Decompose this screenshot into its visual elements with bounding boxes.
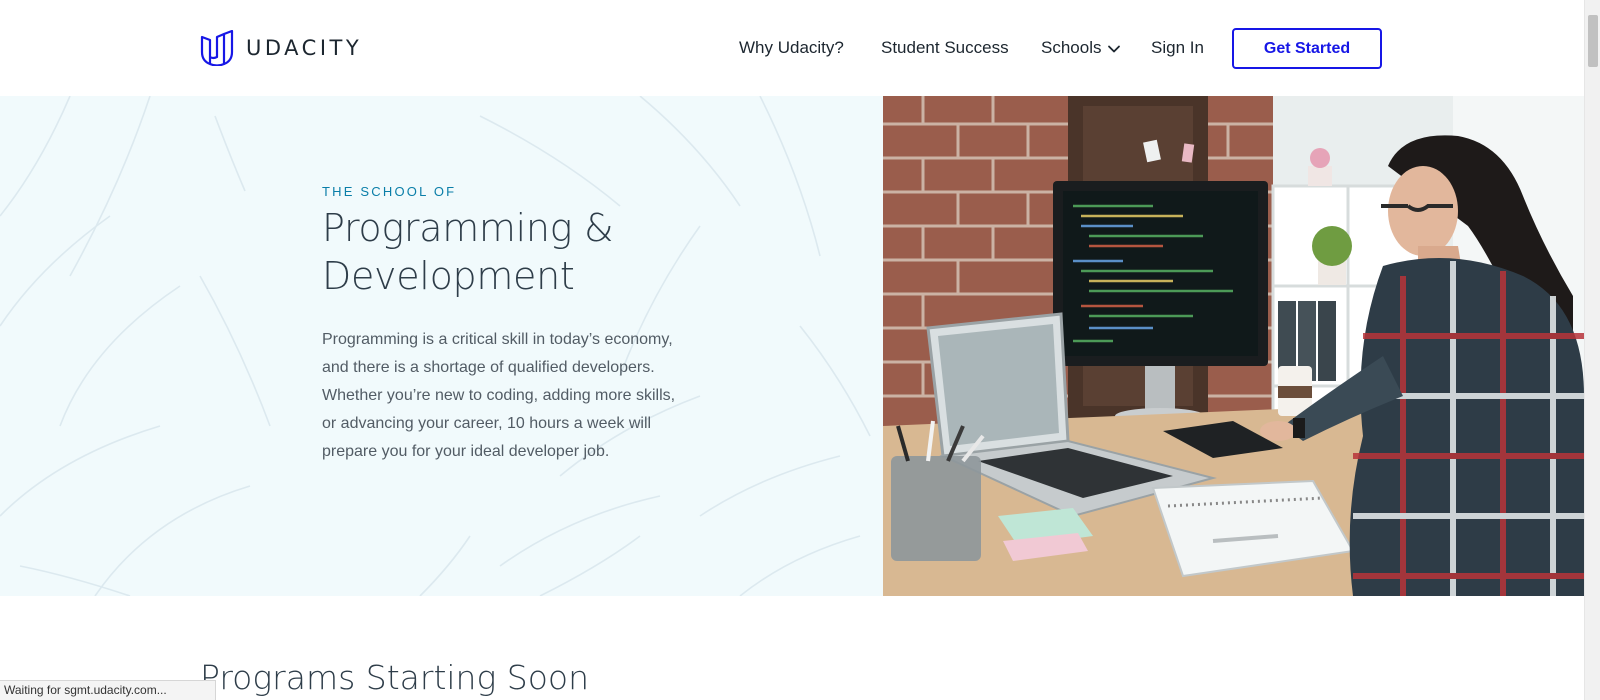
chevron-down-icon: [1108, 45, 1121, 53]
hero-title-line-2: Development: [322, 254, 575, 298]
programs-section-title: Programs Starting Soon: [200, 658, 590, 697]
nav-sign-in[interactable]: Sign In: [1151, 36, 1204, 60]
hero-title-line-1: Programming &: [322, 206, 614, 250]
hero-eyebrow: THE SCHOOL OF: [322, 184, 457, 199]
get-started-button[interactable]: Get Started: [1232, 28, 1382, 69]
hero-text: THE SCHOOL OF Programming & Development …: [322, 184, 682, 466]
monitor-stand: [1145, 366, 1175, 411]
page-scrollbar[interactable]: [1584, 0, 1600, 700]
person-watch: [1293, 418, 1305, 438]
person-shirt: [1349, 258, 1584, 596]
plant-pot-top: [1308, 166, 1332, 186]
hero-image: [883, 96, 1584, 596]
pen-holder: [891, 456, 981, 561]
binder-3: [1318, 301, 1336, 381]
browser-status-bar: Waiting for sgmt.udacity.com...: [0, 680, 216, 700]
flower-top: [1310, 148, 1330, 168]
nav-schools-label: Schools: [1041, 38, 1102, 57]
nav-why-udacity[interactable]: Why Udacity?: [739, 36, 844, 60]
nav-student-success[interactable]: Student Success: [881, 36, 1009, 60]
site-header: UDACITY Why Udacity? Student Success Sch…: [0, 0, 1584, 96]
udacity-u-logo-icon: [200, 30, 234, 66]
udacity-logo-link[interactable]: UDACITY: [200, 30, 362, 66]
scrollbar-thumb[interactable]: [1588, 15, 1598, 67]
hero-title: Programming & Development: [322, 204, 682, 300]
logo-wordmark: UDACITY: [246, 36, 363, 60]
hero-description: Programming is a critical skill in today…: [322, 331, 676, 460]
person-hand: [1260, 421, 1296, 441]
plant-1: [1312, 226, 1352, 266]
hero-section: THE SCHOOL OF Programming & Development …: [0, 96, 1584, 596]
nav-schools-dropdown[interactable]: Schools: [1041, 36, 1121, 60]
laptop-display: [938, 324, 1059, 446]
page: UDACITY Why Udacity? Student Success Sch…: [0, 0, 1600, 700]
